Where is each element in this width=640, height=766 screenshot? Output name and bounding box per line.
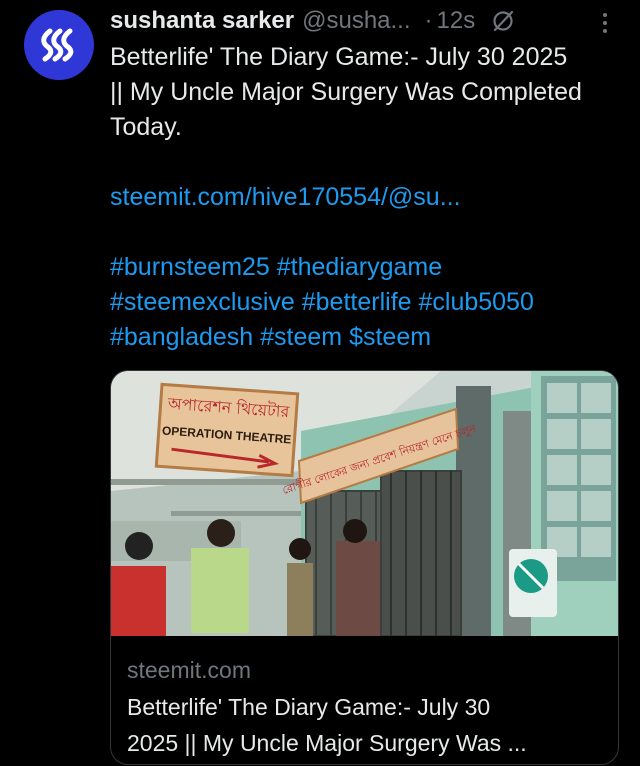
post-text-line: || My Uncle Major Surgery Was Completed — [110, 78, 582, 106]
card-title-line: Betterlife' The Diary Game:- July 30 — [127, 694, 491, 720]
post-text-line: Betterlife' The Diary Game:- July 30 202… — [110, 43, 568, 71]
card-title[interactable]: Betterlife' The Diary Game:- July 30 202… — [127, 689, 607, 761]
hashtag-line[interactable]: #burnsteem25 #thediarygame — [110, 250, 620, 285]
post-time[interactable]: 12s — [437, 7, 476, 35]
hashtag-line[interactable]: #bangladesh #steem $steem — [110, 320, 620, 355]
post-link[interactable]: steemit.com/hive170554/@su... — [110, 180, 620, 215]
hashtag-line[interactable]: #steemexclusive #betterlife #club5050 — [110, 285, 620, 320]
separator-dot: · — [424, 7, 433, 34]
card-domain: steemit.com — [127, 657, 251, 683]
author-handle[interactable]: @susha... — [302, 7, 410, 35]
hospital-photo: অপারেশন থিয়েটার OPERATION THEATRE রোগীর… — [111, 371, 618, 636]
post-header: sushanta sarker @susha... · 12s — [110, 4, 620, 38]
card-title-line: 2025 || My Uncle Major Surgery Was ... — [127, 730, 527, 756]
author-name[interactable]: sushanta sarker — [110, 7, 294, 35]
more-options-icon[interactable] — [598, 8, 612, 38]
post-text-line: Today. — [110, 113, 182, 141]
grok-icon[interactable] — [491, 9, 515, 33]
steem-logo-icon — [41, 28, 74, 62]
post-body: Betterlife' The Diary Game:- July 30 202… — [110, 40, 620, 355]
link-preview-card[interactable]: অপারেশন থিয়েটার OPERATION THEATRE রোগীর… — [110, 370, 619, 765]
avatar[interactable] — [24, 10, 94, 80]
